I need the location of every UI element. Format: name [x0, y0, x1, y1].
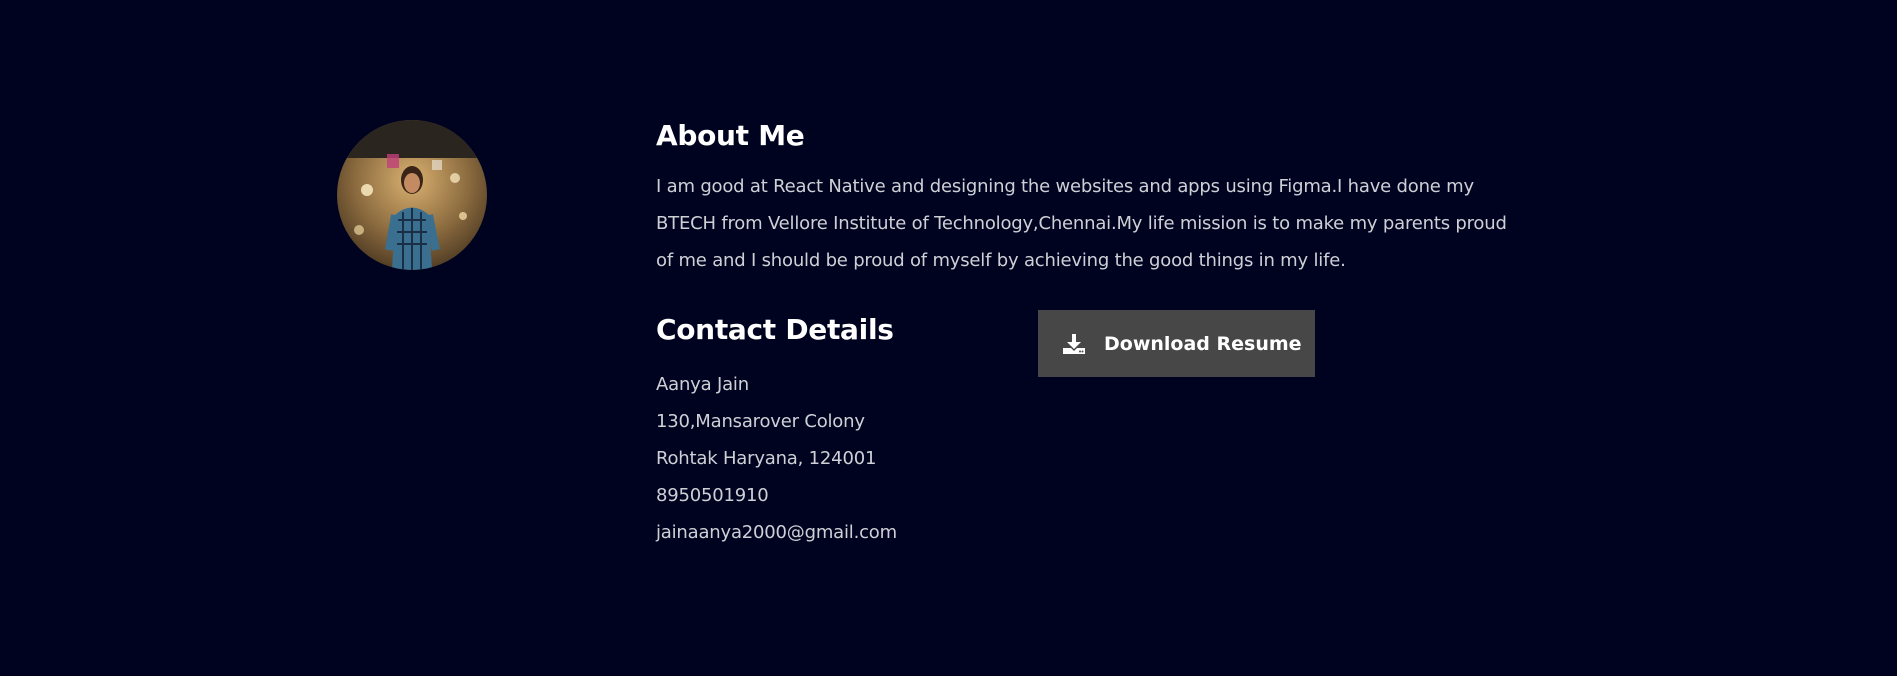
profile-photo — [337, 120, 487, 270]
download-resume-button[interactable]: Download Resume — [1038, 310, 1315, 377]
contact-phone: 8950501910 — [656, 485, 769, 506]
contact-address-line2: Rohtak Haryana, 124001 — [656, 448, 877, 469]
profile-photo-image — [337, 120, 487, 270]
contact-section: Contact Details Aanya Jain 130,Mansarove… — [656, 310, 1526, 570]
about-content: About Me I am good at React Native and d… — [656, 116, 1526, 570]
download-resume-label: Download Resume — [1104, 332, 1302, 355]
contact-details: Contact Details Aanya Jain 130,Mansarove… — [656, 310, 1016, 551]
contact-email: jainaanya2000@gmail.com — [656, 522, 897, 543]
about-text: I am good at React Native and designing … — [656, 176, 1507, 271]
about-section: About Me I am good at React Native and d… — [0, 0, 1897, 676]
contact-heading: Contact Details — [656, 313, 894, 346]
contact-name: Aanya Jain — [656, 374, 749, 395]
about-heading: About Me — [656, 119, 805, 152]
contact-list: Aanya Jain 130,Mansarover Colony Rohtak … — [656, 366, 1016, 551]
contact-address-line1: 130,Mansarover Colony — [656, 411, 865, 432]
download-icon — [1062, 332, 1086, 356]
